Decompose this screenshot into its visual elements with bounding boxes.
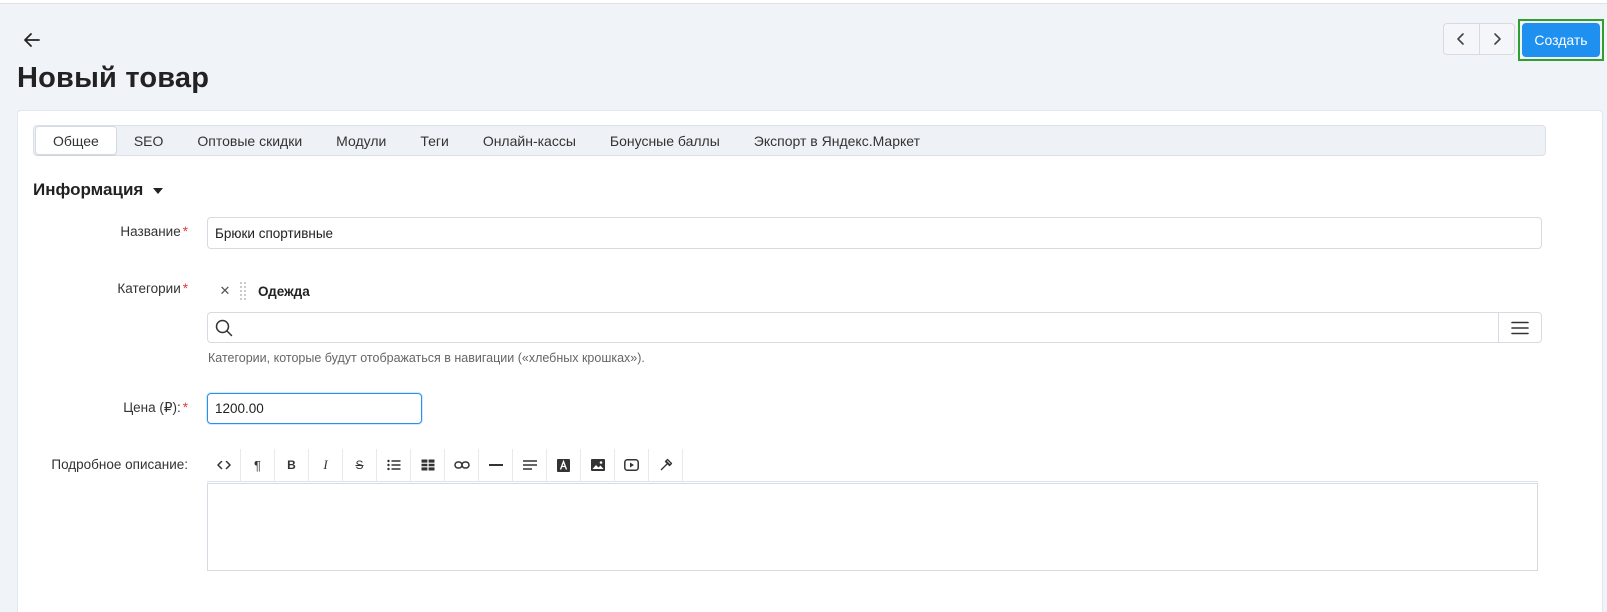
create-button[interactable]: Создать xyxy=(1522,23,1600,57)
categories-label-text: Категории xyxy=(117,281,181,296)
search-icon xyxy=(208,313,240,342)
video-icon xyxy=(624,459,639,471)
prev-next-nav xyxy=(1443,23,1515,55)
font-color-icon xyxy=(557,458,570,472)
horizontal-rule-icon xyxy=(488,464,503,466)
italic-button[interactable]: I xyxy=(309,449,343,481)
chevron-left-icon xyxy=(1457,33,1465,45)
name-label: Название * xyxy=(28,224,188,239)
tab-general[interactable]: Общее xyxy=(35,126,117,155)
categories-label: Категории * xyxy=(28,281,188,296)
font-color-button[interactable] xyxy=(547,449,581,481)
horizontal-rule-button[interactable] xyxy=(479,449,513,481)
menu-icon xyxy=(1511,321,1529,334)
section-toggle-information[interactable]: Информация xyxy=(33,180,164,200)
editor-toolbar: ¶ B I S xyxy=(207,449,1538,482)
align-icon xyxy=(522,460,537,470)
tab-tags[interactable]: Теги xyxy=(403,126,465,155)
tab-bonus-points[interactable]: Бонусные баллы xyxy=(593,126,737,155)
tabs-bar: Общее SEO Оптовые скидки Модули Теги Онл… xyxy=(33,125,1546,156)
strikethrough-button[interactable]: S xyxy=(343,449,377,481)
required-mark: * xyxy=(182,400,188,415)
video-button[interactable] xyxy=(615,449,649,481)
description-label: Подробное описание: xyxy=(51,457,188,472)
image-icon xyxy=(590,459,605,471)
align-button[interactable] xyxy=(513,449,547,481)
category-search-input[interactable] xyxy=(240,313,1498,342)
required-mark: * xyxy=(182,224,188,239)
image-button[interactable] xyxy=(581,449,615,481)
bold-icon: B xyxy=(287,458,296,472)
price-label: Цена (₽): * xyxy=(28,400,188,416)
code-view-button[interactable] xyxy=(207,449,241,481)
product-form-card: Общее SEO Оптовые скидки Модули Теги Онл… xyxy=(17,110,1603,612)
link-button[interactable] xyxy=(445,449,479,481)
price-input[interactable] xyxy=(207,393,422,424)
tab-seo[interactable]: SEO xyxy=(117,126,181,155)
tab-wholesale-discounts[interactable]: Оптовые скидки xyxy=(180,126,319,155)
category-tag-label: Одежда xyxy=(258,283,310,299)
bold-button[interactable]: B xyxy=(275,449,309,481)
strikethrough-icon: S xyxy=(355,458,364,472)
caret-down-icon xyxy=(153,187,164,194)
back-button[interactable] xyxy=(20,28,44,52)
tab-modules[interactable]: Модули xyxy=(319,126,403,155)
price-label-text: Цена (₽): xyxy=(123,400,181,415)
create-button-highlight: Создать xyxy=(1518,19,1604,61)
name-input[interactable] xyxy=(207,217,1542,249)
name-label-text: Название xyxy=(120,224,181,239)
drag-handle-icon[interactable] xyxy=(240,282,246,300)
top-bar xyxy=(0,0,1607,4)
tab-online-cashiers[interactable]: Онлайн-кассы xyxy=(466,126,593,155)
page-title: Новый товар xyxy=(17,62,210,94)
required-mark: * xyxy=(182,281,188,296)
arrow-left-icon xyxy=(24,33,40,47)
remove-category-button[interactable]: ✕ xyxy=(216,283,234,299)
prev-button[interactable] xyxy=(1444,24,1479,54)
paragraph-icon: ¶ xyxy=(254,457,261,473)
clear-format-icon xyxy=(660,458,672,471)
table-button[interactable] xyxy=(411,449,445,481)
section-title: Информация xyxy=(33,180,144,199)
category-tag: ✕ Одежда xyxy=(216,282,310,300)
paragraph-button[interactable]: ¶ xyxy=(241,449,275,481)
next-button[interactable] xyxy=(1478,24,1514,54)
table-icon xyxy=(421,459,434,471)
category-search xyxy=(207,312,1542,343)
unordered-list-icon xyxy=(386,459,400,471)
chevron-right-icon xyxy=(1494,33,1501,45)
code-icon xyxy=(216,460,231,470)
description-editor[interactable] xyxy=(207,483,1538,571)
link-icon xyxy=(453,461,470,469)
clear-format-button[interactable] xyxy=(649,449,683,481)
unordered-list-button[interactable] xyxy=(377,449,411,481)
italic-icon: I xyxy=(323,457,328,472)
categories-hint: Категории, которые будут отображаться в … xyxy=(208,351,645,365)
category-list-button[interactable] xyxy=(1498,313,1541,342)
tab-yandex-market-export[interactable]: Экспорт в Яндекс.Маркет xyxy=(737,126,937,155)
